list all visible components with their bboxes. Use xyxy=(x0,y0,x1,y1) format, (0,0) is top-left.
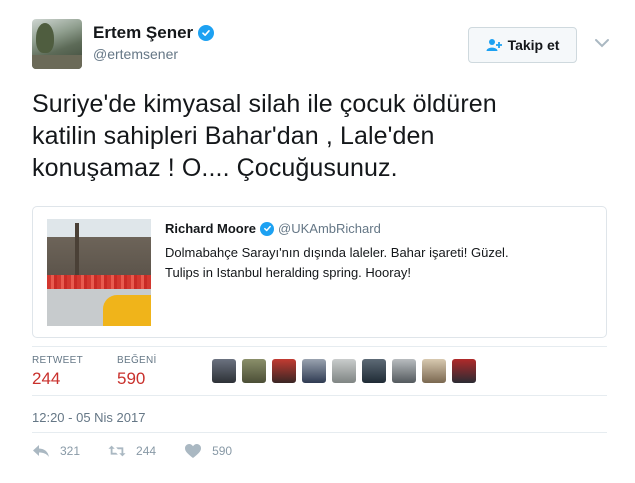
tweet-text: Suriye'de kimyasal silah ile çocuk öldür… xyxy=(32,88,592,184)
liker-avatar[interactable] xyxy=(242,359,266,383)
liker-avatar[interactable] xyxy=(392,359,416,383)
follow-button-label: Takip et xyxy=(507,37,560,53)
divider xyxy=(32,432,607,433)
liker-avatar[interactable] xyxy=(452,359,476,383)
likes-stat-label: BEĞENİ xyxy=(117,355,157,366)
liker-avatar[interactable] xyxy=(212,359,236,383)
quoted-tweet[interactable]: Richard Moore @UKAmbRichard Dolmabahçe S… xyxy=(32,206,607,338)
quoted-tweet-header: Richard Moore @UKAmbRichard xyxy=(165,221,595,236)
retweet-stat-label: RETWEET xyxy=(32,355,83,366)
author-name-block: Ertem Şener @ertemsener xyxy=(93,23,215,62)
avatar-tree xyxy=(36,23,54,53)
avatar-ground xyxy=(32,55,82,69)
liker-avatar[interactable] xyxy=(332,359,356,383)
author-handle[interactable]: @ertemsener xyxy=(93,46,214,62)
retweet-stat-value: 244 xyxy=(32,369,61,388)
quoted-tweet-image[interactable] xyxy=(47,219,151,326)
liker-avatar[interactable] xyxy=(272,359,296,383)
retweet-button[interactable]: 244 xyxy=(108,443,156,459)
tweet-text-line: katilin sahipleri Bahar'dan , Lale'den xyxy=(32,122,435,150)
tweet-header: Ertem Şener @ertemsener Takip et xyxy=(32,19,611,73)
quoted-text-line: Tulips in Istanbul heralding spring. Hoo… xyxy=(165,265,411,280)
tweet-actions: 321 244 590 xyxy=(32,443,260,459)
quoted-tweet-body: Richard Moore @UKAmbRichard Dolmabahçe S… xyxy=(165,221,595,283)
retweet-count: 244 xyxy=(136,444,157,458)
image-taxi xyxy=(103,295,151,326)
tweet-text-line: konuşamaz ! O.... Çocuğusunuz. xyxy=(32,154,398,182)
tweet-text-line: Suriye'de kimyasal silah ile çocuk öldür… xyxy=(32,90,497,118)
tweet-stats: RETWEET 244 BEĞENİ 590 xyxy=(32,346,607,396)
retweet-icon xyxy=(108,445,126,457)
quoted-tweet-text: Dolmabahçe Sarayı'nın dışında laleler. B… xyxy=(165,243,595,283)
tweet-timestamp[interactable]: 12:20 - 05 Nis 2017 xyxy=(32,410,145,425)
liker-avatars xyxy=(212,359,476,383)
quoted-text-line: Dolmabahçe Sarayı'nın dışında laleler. B… xyxy=(165,245,509,260)
chevron-down-icon[interactable] xyxy=(594,37,610,49)
author-display-name[interactable]: Ertem Şener xyxy=(93,23,215,43)
author-avatar[interactable] xyxy=(32,19,82,69)
liker-avatar[interactable] xyxy=(362,359,386,383)
reply-count: 321 xyxy=(60,444,81,458)
retweet-stat[interactable]: RETWEET 244 xyxy=(32,355,83,389)
likes-stat-value: 590 xyxy=(117,369,146,388)
add-user-icon xyxy=(486,39,502,51)
follow-button[interactable]: Takip et xyxy=(468,27,577,63)
liker-avatar[interactable] xyxy=(302,359,326,383)
image-tree xyxy=(75,223,79,279)
like-button[interactable]: 590 xyxy=(184,443,232,459)
likes-stat[interactable]: BEĞENİ 590 xyxy=(117,355,157,389)
reply-icon xyxy=(33,445,49,457)
quoted-author-handle[interactable]: @UKAmbRichard xyxy=(278,221,381,236)
quoted-author-name[interactable]: Richard Moore xyxy=(165,221,256,236)
like-count: 590 xyxy=(212,444,233,458)
reply-button[interactable]: 321 xyxy=(32,443,80,459)
author-name-text[interactable]: Ertem Şener xyxy=(93,23,193,43)
liker-avatar[interactable] xyxy=(422,359,446,383)
image-tulips xyxy=(47,275,151,289)
verified-icon xyxy=(260,221,275,236)
heart-icon xyxy=(185,444,202,458)
verified-icon xyxy=(198,25,215,41)
